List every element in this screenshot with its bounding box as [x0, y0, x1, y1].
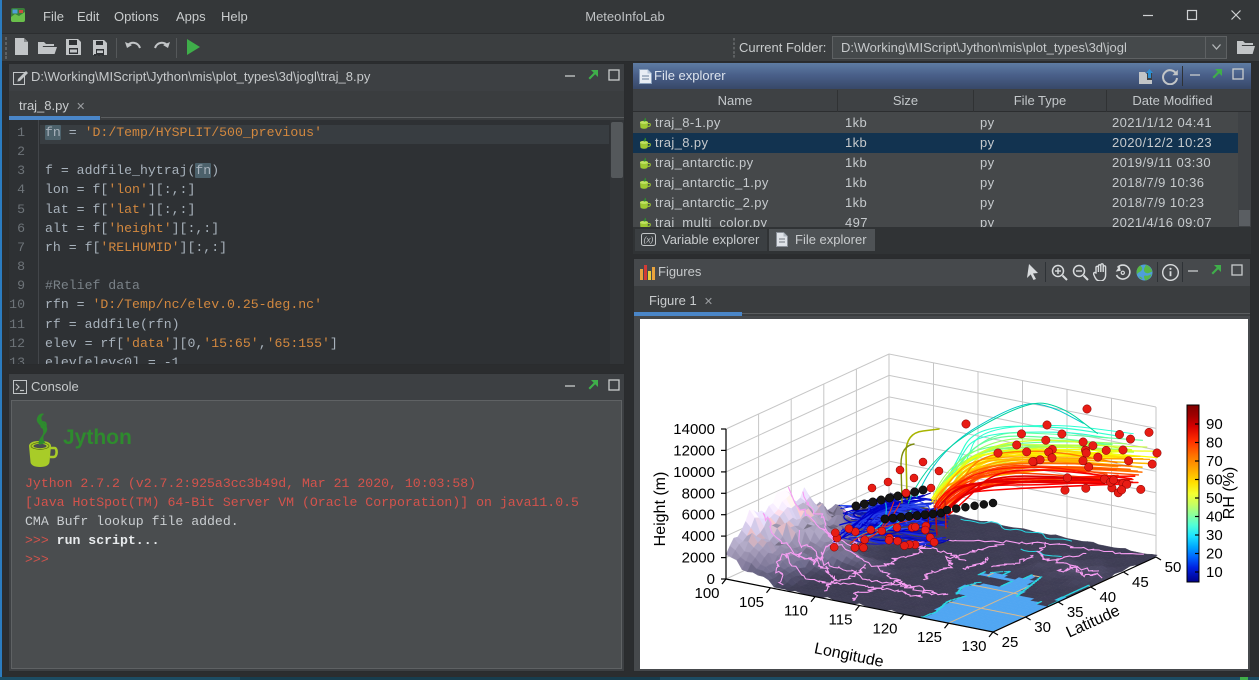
svg-text:RH (%): RH (%): [1221, 467, 1238, 519]
svg-text:10000: 10000: [673, 464, 715, 481]
svg-text:120: 120: [872, 620, 897, 637]
svg-text:14000: 14000: [673, 421, 715, 438]
svg-text:105: 105: [739, 594, 764, 611]
svg-text:80: 80: [1206, 435, 1223, 452]
svg-text:Height (m): Height (m): [652, 472, 669, 547]
svg-text:20: 20: [1206, 546, 1223, 563]
svg-text:2000: 2000: [682, 550, 715, 567]
svg-text:(x): (x): [644, 235, 654, 245]
svg-text:115: 115: [829, 612, 853, 629]
svg-text:30: 30: [1034, 619, 1051, 636]
svg-text:90: 90: [1206, 416, 1223, 433]
svg-text:50: 50: [1165, 559, 1182, 576]
svg-text:6000: 6000: [682, 507, 715, 524]
svg-text:10: 10: [1206, 564, 1223, 581]
svg-text:4000: 4000: [682, 528, 715, 545]
svg-text:130: 130: [961, 638, 986, 655]
svg-text:12000: 12000: [673, 442, 715, 459]
svg-text:100: 100: [694, 585, 719, 602]
svg-text:30: 30: [1206, 527, 1223, 544]
svg-text:25: 25: [1002, 634, 1019, 651]
svg-text:110: 110: [784, 603, 808, 620]
svg-text:45: 45: [1132, 574, 1149, 591]
svg-text:8000: 8000: [682, 485, 715, 502]
svg-text:125: 125: [917, 629, 942, 646]
